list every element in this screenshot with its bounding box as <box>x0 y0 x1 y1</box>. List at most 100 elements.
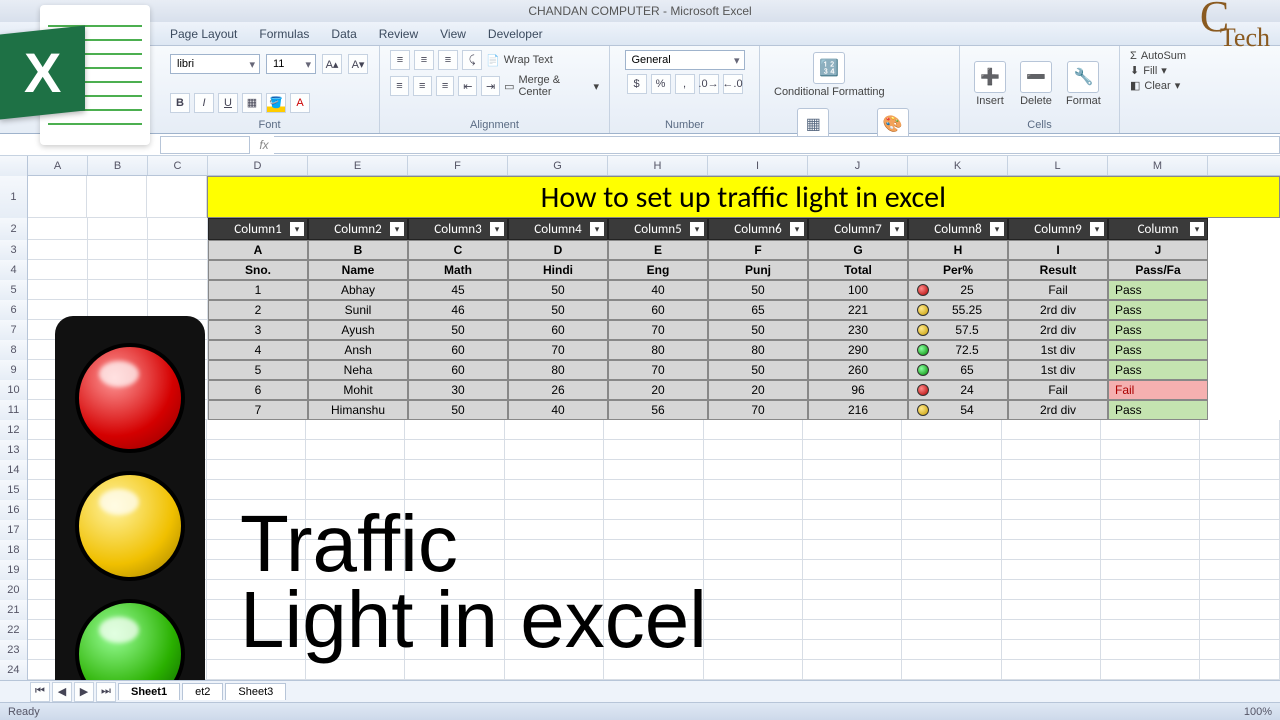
table-cell[interactable]: 96 <box>808 380 908 400</box>
row-header[interactable]: 11 <box>0 400 28 420</box>
underline-button[interactable]: U <box>218 93 238 113</box>
row-header[interactable]: 7 <box>0 320 28 340</box>
result-cell[interactable]: Fail <box>1008 280 1108 300</box>
table-header[interactable]: Column7▾ <box>808 218 908 240</box>
table-header[interactable]: Column9▾ <box>1008 218 1108 240</box>
passfail-cell[interactable]: Pass <box>1108 280 1208 300</box>
zoom-level[interactable]: 100% <box>1244 706 1272 718</box>
table-cell[interactable]: Abhay <box>308 280 408 300</box>
align-bot-icon[interactable]: ≡ <box>438 50 458 70</box>
table-cell[interactable]: Himanshu <box>308 400 408 420</box>
table-cell[interactable]: 1 <box>208 280 308 300</box>
worksheet[interactable]: ABCDEFGHIJKLM 1How to set up traffic lig… <box>0 156 1280 680</box>
filter-icon[interactable]: ▾ <box>290 222 304 236</box>
sheet-tab[interactable]: Sheet1 <box>118 683 180 700</box>
delete-button[interactable]: ➖Delete <box>1016 59 1056 109</box>
table-cell[interactable]: Neha <box>308 360 408 380</box>
col-header-F[interactable]: F <box>408 156 508 175</box>
table-cell[interactable]: 20 <box>608 380 708 400</box>
align-left-icon[interactable]: ≡ <box>390 76 409 96</box>
table-cell[interactable]: 70 <box>708 400 808 420</box>
autosum-button[interactable]: Σ AutoSum <box>1130 50 1186 62</box>
number-format-combo[interactable]: General <box>625 50 745 70</box>
filter-icon[interactable]: ▾ <box>990 222 1004 236</box>
passfail-cell[interactable]: Pass <box>1108 300 1208 320</box>
row-header[interactable]: 6 <box>0 300 28 320</box>
menu-tab-developer[interactable]: Developer <box>478 23 553 45</box>
decrease-font-icon[interactable]: A▾ <box>348 54 368 74</box>
table-header[interactable]: Column6▾ <box>708 218 808 240</box>
table-cell[interactable]: 70 <box>608 360 708 380</box>
menu-tab-formulas[interactable]: Formulas <box>249 23 319 45</box>
col-header-C[interactable]: C <box>148 156 208 175</box>
table-cell[interactable]: Ayush <box>308 320 408 340</box>
align-mid-icon[interactable]: ≡ <box>414 50 434 70</box>
table-cell[interactable]: 50 <box>408 400 508 420</box>
row-header[interactable]: 3 <box>0 240 28 260</box>
filter-icon[interactable]: ▾ <box>790 222 804 236</box>
col-header-H[interactable]: H <box>608 156 708 175</box>
table-header[interactable]: Column▾ <box>1108 218 1208 240</box>
row-header[interactable]: 8 <box>0 340 28 360</box>
row-header[interactable]: 17 <box>0 520 28 540</box>
row-header[interactable]: 10 <box>0 380 28 400</box>
table-cell[interactable]: 230 <box>808 320 908 340</box>
row-header[interactable]: 5 <box>0 280 28 300</box>
table-cell[interactable]: 100 <box>808 280 908 300</box>
clear-button[interactable]: ◧ Clear ▾ <box>1130 79 1180 92</box>
sheet-nav-prev-icon[interactable]: ◀ <box>52 682 72 702</box>
formula-input[interactable] <box>274 136 1280 154</box>
per-cell[interactable]: 25 <box>908 280 1008 300</box>
table-cell[interactable]: 260 <box>808 360 908 380</box>
wrap-text-button[interactable]: 📄 Wrap Text <box>486 54 553 67</box>
align-center-icon[interactable]: ≡ <box>413 76 432 96</box>
increase-font-icon[interactable]: A▴ <box>322 54 342 74</box>
table-cell[interactable]: 60 <box>608 300 708 320</box>
row-header[interactable]: 16 <box>0 500 28 520</box>
fill-button[interactable]: ⬇ Fill ▾ <box>1130 64 1167 77</box>
inc-decimal-icon[interactable]: .0→ <box>699 74 719 94</box>
table-cell[interactable]: 60 <box>508 320 608 340</box>
currency-icon[interactable]: $ <box>627 74 647 94</box>
table-cell[interactable]: 221 <box>808 300 908 320</box>
row-header[interactable]: 14 <box>0 460 28 480</box>
table-cell[interactable]: 70 <box>508 340 608 360</box>
row-header[interactable]: 24 <box>0 660 28 680</box>
per-cell[interactable]: 72.5 <box>908 340 1008 360</box>
sheet-tab[interactable]: Sheet3 <box>225 683 286 700</box>
col-header-M[interactable]: M <box>1108 156 1208 175</box>
per-cell[interactable]: 65 <box>908 360 1008 380</box>
row-header[interactable]: 13 <box>0 440 28 460</box>
table-cell[interactable]: 70 <box>608 320 708 340</box>
menu-tab-view[interactable]: View <box>430 23 476 45</box>
align-right-icon[interactable]: ≡ <box>436 76 455 96</box>
col-header-K[interactable]: K <box>908 156 1008 175</box>
orientation-icon[interactable]: ⤹ <box>462 50 482 70</box>
filter-icon[interactable]: ▾ <box>1090 222 1104 236</box>
col-header-J[interactable]: J <box>808 156 908 175</box>
indent-dec-icon[interactable]: ⇤ <box>458 76 477 96</box>
conditional-formatting-button[interactable]: 🔢Conditional Formatting <box>770 50 889 100</box>
table-cell[interactable]: 20 <box>708 380 808 400</box>
row-header[interactable]: 19 <box>0 560 28 580</box>
table-cell[interactable]: 40 <box>508 400 608 420</box>
table-cell[interactable]: 45 <box>408 280 508 300</box>
border-icon[interactable]: ▦ <box>242 93 262 113</box>
passfail-cell[interactable]: Fail <box>1108 380 1208 400</box>
bold-button[interactable]: B <box>170 93 190 113</box>
table-cell[interactable]: 6 <box>208 380 308 400</box>
filter-icon[interactable]: ▾ <box>890 222 904 236</box>
fx-icon[interactable]: fx <box>254 138 274 152</box>
align-top-icon[interactable]: ≡ <box>390 50 410 70</box>
result-cell[interactable]: 2rd div <box>1008 300 1108 320</box>
table-cell[interactable]: 60 <box>408 340 508 360</box>
result-cell[interactable]: 2rd div <box>1008 320 1108 340</box>
table-header[interactable]: Column1▾ <box>208 218 308 240</box>
col-header-G[interactable]: G <box>508 156 608 175</box>
row-header[interactable]: 23 <box>0 640 28 660</box>
sheet-tab[interactable]: et2 <box>182 683 223 700</box>
filter-icon[interactable]: ▾ <box>1190 222 1204 236</box>
result-cell[interactable]: 1st div <box>1008 340 1108 360</box>
table-header[interactable]: Column2▾ <box>308 218 408 240</box>
passfail-cell[interactable]: Pass <box>1108 360 1208 380</box>
